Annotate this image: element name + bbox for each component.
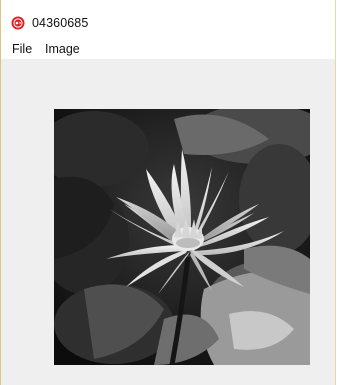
title-bar[interactable]: 04360685 (1, 0, 335, 40)
menu-bar: File Image (1, 40, 335, 59)
menu-file[interactable]: File (11, 42, 33, 56)
app-record-icon (11, 16, 25, 30)
water-lily-photo (54, 109, 310, 365)
menu-image[interactable]: Image (44, 42, 81, 56)
window-title: 04360685 (32, 16, 89, 30)
image-canvas-area (1, 59, 335, 385)
app-window: 04360685 File Image (0, 0, 336, 385)
